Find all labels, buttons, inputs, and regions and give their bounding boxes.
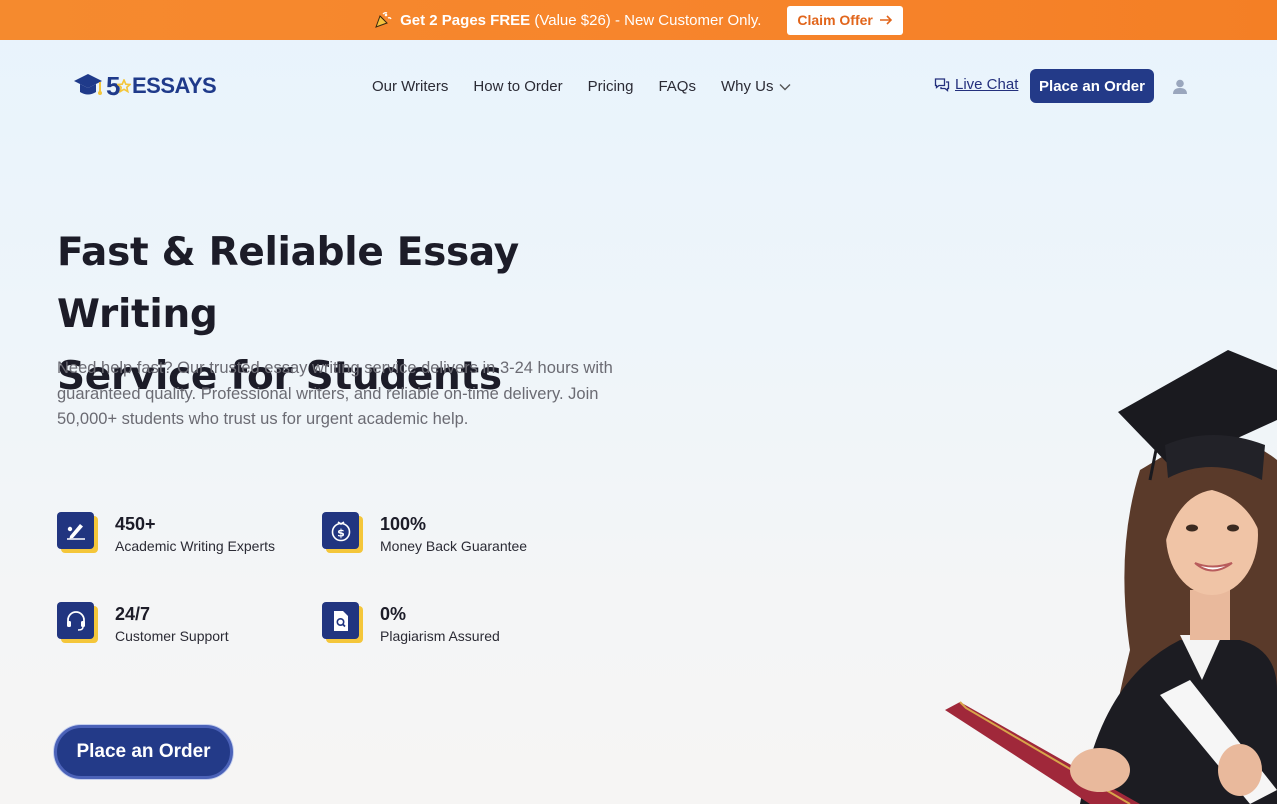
party-popper-icon: [375, 12, 392, 28]
nav-why-us[interactable]: Why Us: [721, 78, 792, 95]
stat-icon-wrap: [322, 602, 363, 643]
claim-offer-button[interactable]: Claim Offer: [787, 5, 903, 35]
nav-label: Pricing: [587, 78, 634, 95]
stat-plagiarism: 0% Plagiarism Assured: [322, 602, 500, 644]
nav-label: Our Writers: [372, 78, 449, 95]
svg-text:$: $: [337, 526, 345, 539]
chevron-down-icon: [779, 83, 791, 90]
graduate-student-image: [945, 350, 1277, 804]
hero-title-line1: Fast & Reliable Essay Writing: [57, 230, 519, 337]
writer-icon: [57, 512, 94, 549]
star-icon: [116, 79, 131, 93]
promo-bar: Get 2 Pages FREE (Value $26) - New Custo…: [0, 0, 1277, 40]
logo-text: ESSAYS: [131, 73, 217, 98]
promo-bold-text: Get 2 Pages FREE: [400, 11, 531, 29]
stat-label: Academic Writing Experts: [115, 538, 276, 554]
claim-offer-label: Claim Offer: [797, 12, 873, 28]
main-nav: Our Writers How to Order Pricing FAQs Wh…: [372, 78, 791, 95]
place-order-header-button[interactable]: Place an Order: [1030, 69, 1154, 103]
stat-icon-wrap: $: [322, 512, 363, 553]
graduation-cap-icon: [74, 74, 102, 95]
arrow-right-icon: [879, 15, 892, 25]
nav-label: Why Us: [720, 78, 774, 95]
stat-writers: 450+ Academic Writing Experts: [57, 512, 275, 554]
stat-support: 24/7 Customer Support: [57, 602, 229, 644]
nav-label: How to Order: [473, 78, 563, 95]
promo-message: Get 2 Pages FREE (Value $26) - New Custo…: [374, 11, 761, 29]
stat-value: 24/7: [115, 604, 151, 624]
money-back-icon: $: [322, 512, 359, 549]
nav-label: FAQs: [658, 78, 696, 95]
site-logo[interactable]: 5 ESSAYS: [72, 70, 217, 102]
user-icon: [1173, 79, 1187, 94]
user-account-icon[interactable]: [1171, 78, 1189, 101]
stat-label: Customer Support: [115, 628, 229, 644]
live-chat-link[interactable]: Live Chat: [934, 76, 1018, 93]
nav-our-writers[interactable]: Our Writers: [372, 78, 448, 95]
place-order-hero-button[interactable]: Place an Order: [54, 725, 233, 779]
stat-value: 100%: [380, 514, 427, 534]
stat-icon-wrap: [57, 512, 98, 553]
chat-bubbles-icon: [934, 77, 950, 92]
headset-icon: [57, 602, 94, 639]
stat-icon-wrap: [57, 602, 98, 643]
stat-label: Money Back Guarantee: [380, 538, 528, 554]
stat-value: 0%: [380, 604, 407, 624]
nav-pricing[interactable]: Pricing: [588, 78, 634, 95]
nav-how-to-order[interactable]: How to Order: [473, 78, 562, 95]
stat-money-back: $ 100% Money Back Guarantee: [322, 512, 527, 554]
stat-label: Plagiarism Assured: [380, 628, 500, 644]
promo-rest-text: (Value $26) - New Customer Only.: [530, 11, 762, 29]
hero-description: Need help fast? Our trusted essay writin…: [57, 359, 613, 428]
nav-faqs[interactable]: FAQs: [658, 78, 696, 95]
document-search-icon: [322, 602, 359, 639]
stat-value: 450+: [115, 514, 156, 534]
live-chat-label: Live Chat: [955, 76, 1019, 93]
